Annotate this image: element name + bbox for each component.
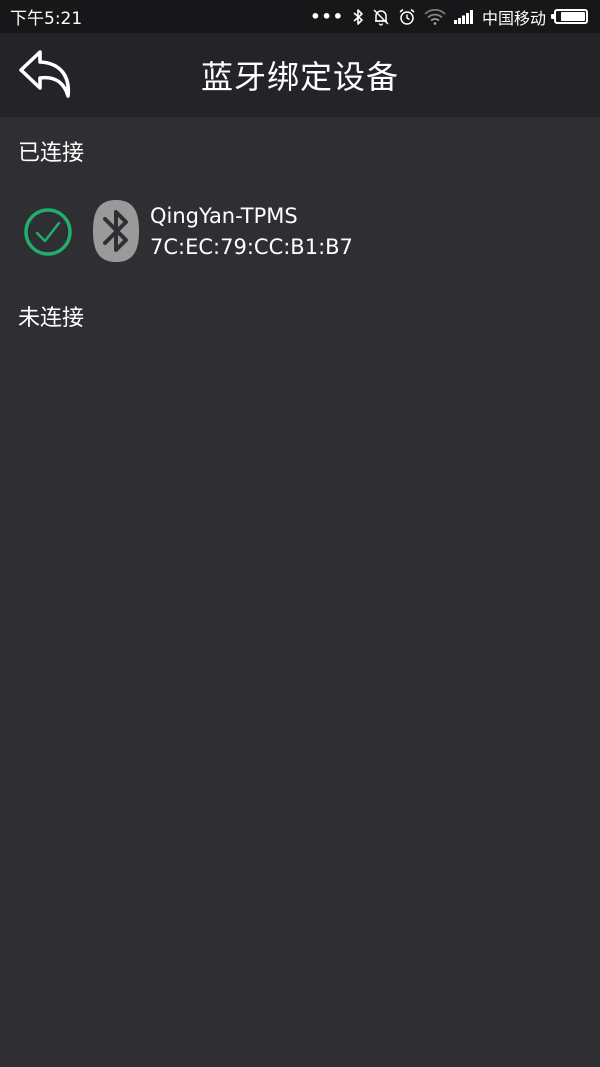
signal-icon	[453, 9, 474, 24]
mute-bell-icon	[372, 8, 390, 26]
status-time: 下午5:21	[10, 9, 83, 29]
check-circle-icon	[24, 208, 72, 256]
status-bar: 下午5:21 ••• 中国移动	[0, 0, 600, 33]
connected-section-label: 已连接	[18, 141, 85, 166]
battery-level	[561, 12, 585, 21]
alarm-icon	[398, 8, 416, 26]
back-button[interactable]	[18, 48, 74, 102]
back-arrow-icon	[19, 50, 71, 98]
device-row[interactable]: QingYan-TPMS 7C:EC:79:CC:B1:B7	[0, 190, 600, 274]
wifi-icon	[424, 8, 446, 25]
more-notifications-indicator: •••	[310, 7, 344, 26]
app-header: 蓝牙绑定设备	[0, 33, 600, 117]
device-mac-address: 7C:EC:79:CC:B1:B7	[150, 235, 353, 259]
battery-icon	[551, 9, 588, 24]
page-title: 蓝牙绑定设备	[200, 58, 399, 96]
carrier-name: 中国移动	[481, 8, 546, 28]
status-left: 下午5:21	[10, 4, 82, 29]
bluetooth-status-icon	[352, 8, 364, 26]
device-name: QingYan-TPMS	[150, 204, 298, 228]
bluetooth-device-icon	[93, 200, 139, 262]
status-right: ••• 中国移动	[310, 5, 588, 29]
disconnected-section-label: 未连接	[18, 306, 85, 331]
